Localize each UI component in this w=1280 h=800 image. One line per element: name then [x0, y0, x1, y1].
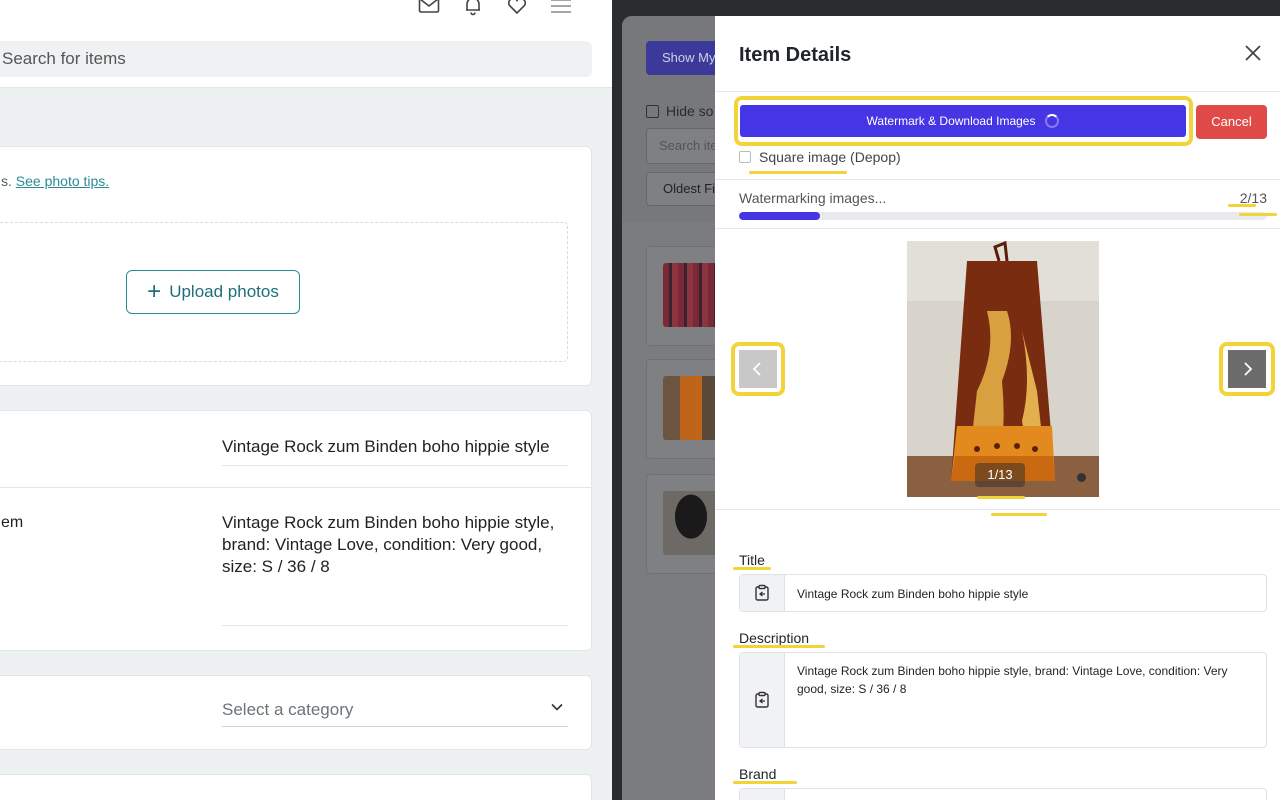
- close-icon[interactable]: [1242, 42, 1264, 64]
- description-label: em: [1, 514, 24, 531]
- cancel-button[interactable]: Cancel: [1196, 105, 1267, 139]
- screen: Search for items s. See photo tips. + Up…: [0, 0, 1280, 800]
- divider: [715, 509, 1280, 510]
- top-bar: Search for items: [0, 0, 612, 88]
- title-label: Title: [739, 552, 765, 568]
- copy-brand-button[interactable]: [740, 789, 785, 800]
- next-card: [0, 774, 592, 800]
- image-counter: 1/13: [975, 463, 1025, 487]
- hide-checkbox: Hide so: [646, 103, 713, 119]
- search-input[interactable]: Search for items: [0, 41, 592, 77]
- item-thumbnail: [663, 376, 719, 440]
- description-label: Description: [739, 630, 810, 646]
- photo-tip-prefix: s.: [1, 173, 12, 189]
- show-my-button: Show My: [646, 41, 726, 75]
- highlight-underline: [733, 781, 797, 784]
- highlight-underline: [977, 496, 1025, 499]
- highlight-underline: [991, 513, 1047, 516]
- checkbox-box: [646, 105, 659, 118]
- bell-icon[interactable]: [462, 0, 484, 16]
- square-image-label: Square image: [759, 149, 847, 165]
- description-field[interactable]: Vintage Rock zum Binden boho hippie styl…: [739, 652, 1267, 748]
- photo-dropzone[interactable]: + Upload photos: [0, 222, 568, 362]
- photo-tip: s. See photo tips.: [1, 173, 109, 189]
- clipboard-icon: [755, 584, 769, 601]
- highlight-underline: [749, 171, 847, 174]
- photos-card: s. See photo tips. + Upload photos: [0, 146, 592, 386]
- panel-title: Item Details: [739, 44, 852, 66]
- item-details-panel: Item Details Watermark & Download Images…: [715, 16, 1280, 800]
- description-value: Vintage Rock zum Binden boho hippie styl…: [797, 664, 1228, 696]
- menu-icon[interactable]: [550, 0, 572, 16]
- category-placeholder: Select a category: [222, 700, 354, 719]
- product-image: 1/13: [907, 241, 1099, 497]
- previous-image-button[interactable]: [739, 350, 777, 388]
- item-thumbnail: [663, 263, 719, 327]
- description-input[interactable]: Vintage Rock zum Binden boho hippie styl…: [222, 512, 568, 578]
- highlight-underline: [733, 645, 825, 648]
- progress-label: Watermarking images...: [739, 190, 887, 206]
- carousel-dot[interactable]: [1077, 473, 1086, 482]
- progress-bar: [739, 212, 1267, 220]
- title-value: Vintage Rock zum Binden boho hippie styl…: [797, 587, 1029, 601]
- copy-description-button[interactable]: [740, 653, 785, 747]
- title-input[interactable]: Vintage Rock zum Binden boho hippie styl…: [222, 437, 568, 466]
- mail-icon[interactable]: [418, 0, 440, 16]
- divider: [0, 487, 591, 488]
- watermark-download-button[interactable]: Watermark & Download Images: [740, 105, 1186, 137]
- upload-label: Upload photos: [169, 282, 279, 301]
- panel-header: Item Details: [715, 16, 1280, 92]
- brand-label: Brand: [739, 766, 777, 782]
- category-select[interactable]: Select a category: [222, 700, 568, 727]
- top-icons: [418, 0, 572, 16]
- square-image-option[interactable]: Square image (Depop): [739, 149, 901, 165]
- spinner-icon: [1045, 114, 1060, 128]
- square-image-suffix: (Depop): [846, 149, 901, 165]
- progress-fill: [739, 212, 821, 220]
- chevron-down-icon: [550, 700, 564, 718]
- chevron-right-icon: [1244, 362, 1253, 376]
- chevron-left-icon: [752, 362, 761, 376]
- watermark-label: Watermark & Download Images: [866, 114, 1036, 128]
- description-underline: [222, 625, 568, 626]
- highlight-underline: [1239, 213, 1277, 216]
- item-thumbnail: [663, 491, 719, 555]
- category-card: Select a category: [0, 675, 592, 750]
- divider: [715, 179, 1280, 180]
- divider: [715, 228, 1280, 229]
- highlight-underline: [1228, 204, 1256, 207]
- highlight-underline: [733, 567, 771, 570]
- copy-title-button[interactable]: [740, 575, 785, 611]
- brand-field[interactable]: [739, 788, 1267, 800]
- heart-icon[interactable]: [506, 0, 528, 16]
- see-photo-tips-link[interactable]: See photo tips.: [16, 173, 109, 189]
- window-titlebar: [612, 0, 1280, 16]
- next-image-button[interactable]: [1228, 350, 1266, 388]
- marketplace-page: Search for items s. See photo tips. + Up…: [0, 0, 612, 800]
- plus-icon: +: [147, 278, 162, 305]
- square-image-checkbox[interactable]: [739, 151, 751, 163]
- details-card: Vintage Rock zum Binden boho hippie styl…: [0, 410, 592, 651]
- hide-label: Hide so: [666, 103, 714, 119]
- title-field[interactable]: Vintage Rock zum Binden boho hippie styl…: [739, 574, 1267, 612]
- skirt-photo: [907, 241, 1099, 497]
- clipboard-icon: [755, 691, 769, 708]
- upload-photos-button[interactable]: + Upload photos: [126, 270, 300, 314]
